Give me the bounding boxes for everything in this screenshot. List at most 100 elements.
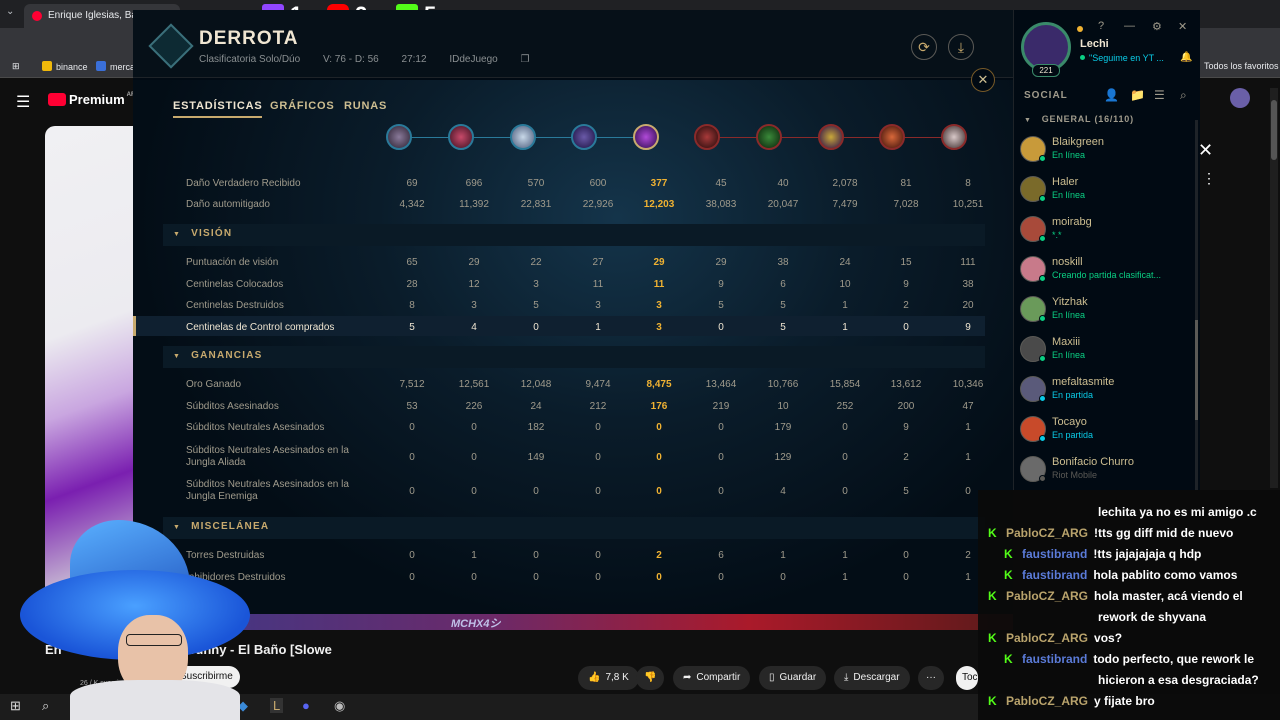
chat-username[interactable]: PabloCZ_ARG — [1006, 694, 1088, 708]
stat-value: 3 — [595, 300, 601, 311]
friend-name: Bonifacio Churro — [1052, 456, 1134, 468]
summoner-status[interactable]: "Seguime en YT ... — [1080, 53, 1164, 63]
close-icon[interactable]: ✕ — [1198, 140, 1213, 161]
windows-start-icon[interactable]: ⊞ — [10, 698, 21, 714]
kick-badge-icon: K — [988, 589, 997, 603]
stat-value: 0 — [533, 486, 539, 497]
section-header-gold[interactable]: ▼ GANANCIAS — [173, 350, 263, 361]
champion-portrait[interactable] — [879, 124, 905, 150]
friend-group-general[interactable]: ▼ GENERAL (16/110) — [1024, 114, 1134, 124]
stat-value: 9,474 — [585, 379, 611, 390]
friend-name: mefaltasmite — [1052, 376, 1115, 388]
chat-username[interactable]: PabloCZ_ARG — [1006, 631, 1088, 645]
social-scrollbar-thumb[interactable] — [1195, 320, 1198, 420]
status-dot-icon — [1039, 355, 1046, 362]
stat-value: 0 — [471, 422, 477, 433]
summoner-name[interactable]: Lechi — [1080, 38, 1109, 50]
copy-icon[interactable]: ❐ — [520, 54, 529, 65]
friend-item[interactable]: noskill Creando partida clasificat... — [1020, 256, 1198, 296]
stat-value: 24 — [530, 401, 542, 412]
champion-portrait[interactable] — [818, 124, 844, 150]
stat-value: 600 — [589, 178, 607, 189]
help-icon[interactable]: ? — [1098, 20, 1104, 32]
user-avatar[interactable] — [1230, 88, 1250, 108]
champion-portrait[interactable] — [571, 124, 597, 150]
menu-icon[interactable]: ☰ — [16, 92, 30, 112]
friend-status: En línea — [1052, 150, 1086, 160]
section-header-bg — [163, 224, 985, 246]
stat-value: 0 — [533, 322, 539, 333]
search-icon[interactable]: ⌕ — [1180, 88, 1187, 103]
status-dot-icon — [1039, 395, 1046, 402]
notifications-bell-icon[interactable]: 🔔 — [1180, 52, 1192, 63]
social-scrollbar[interactable] — [1195, 120, 1198, 490]
honor-button[interactable]: ⟳ — [911, 34, 937, 60]
kebab-menu-icon[interactable]: ⋮ — [1202, 170, 1216, 187]
add-folder-icon[interactable]: 📁 — [1130, 88, 1145, 102]
apps-icon[interactable]: ⊞ — [12, 61, 20, 72]
stat-value: 0 — [903, 322, 909, 333]
friend-item[interactable]: mefaltasmite En partida — [1020, 376, 1198, 416]
chat-username[interactable]: faustibrand — [1022, 568, 1087, 582]
champion-portrait[interactable] — [756, 124, 782, 150]
download-icon: ⤓ — [844, 672, 849, 683]
close-client-icon[interactable]: ✕ — [1178, 20, 1187, 33]
stat-value: 0 — [595, 486, 601, 497]
stat-value: 0 — [409, 422, 415, 433]
page-scrollbar-thumb[interactable] — [1271, 100, 1277, 160]
tab-graphs[interactable]: GRÁFICOS — [270, 100, 334, 112]
stat-value: 38,083 — [705, 199, 737, 210]
friend-item[interactable]: Maxiii En línea — [1020, 336, 1198, 376]
friend-item[interactable]: Yitzhak En línea — [1020, 296, 1198, 336]
tab-statistics[interactable]: ESTADÍSTICAS — [173, 100, 263, 118]
like-button[interactable]: 👍 7,8 K — [578, 666, 639, 690]
tab-runes[interactable]: RUNAS — [344, 100, 387, 112]
settings-gear-icon[interactable]: ⚙ — [1152, 20, 1162, 33]
stat-label: Centinelas Destruidos — [186, 300, 284, 311]
champion-portrait[interactable] — [510, 124, 536, 150]
champion-portrait[interactable] — [386, 124, 412, 150]
list-view-icon[interactable]: ☰ — [1154, 88, 1165, 102]
download-button[interactable]: ⤓ Descargar — [834, 666, 910, 690]
friend-item[interactable]: Blaikgreen En línea — [1020, 136, 1198, 176]
save-button[interactable]: ▯ Guardar — [759, 666, 827, 690]
game-id[interactable]: IDdeJuego — [449, 54, 497, 65]
section-header-vision[interactable]: ▼ VISIÓN — [173, 228, 232, 239]
chat-username[interactable]: faustibrand — [1022, 547, 1087, 561]
share-button[interactable]: ➦ Compartir — [673, 666, 751, 690]
champion-portrait-self[interactable] — [633, 124, 659, 150]
add-friend-icon[interactable]: 👤 — [1104, 88, 1119, 102]
chat-username[interactable]: PabloCZ_ARG — [1006, 589, 1088, 603]
friend-status: En línea — [1052, 190, 1086, 200]
bookmark-favorites[interactable]: Todos los favoritos — [1204, 61, 1279, 71]
chat-text: vos? — [1094, 631, 1123, 645]
close-postgame-button[interactable]: ✕ — [971, 68, 995, 92]
status-dot-icon — [1039, 435, 1046, 442]
stat-value: 1 — [965, 452, 971, 463]
bookmark-binance[interactable]: binance — [42, 61, 88, 72]
champion-portrait[interactable] — [941, 124, 967, 150]
bookmark-merca[interactable]: merca — [96, 61, 135, 72]
filter-chip-button[interactable]: Toc — [956, 666, 978, 690]
chat-username[interactable]: faustibrand — [1022, 652, 1087, 666]
minimize-icon[interactable]: — — [1124, 20, 1135, 32]
friend-name: noskill — [1052, 256, 1083, 268]
stat-label: Súbditos Neutrales Asesinados en la Jung… — [186, 445, 349, 468]
youtube-logo[interactable]: Premium AR — [48, 92, 135, 107]
friend-item[interactable]: Haler En línea — [1020, 176, 1198, 216]
stat-value: 1 — [842, 550, 848, 561]
champion-portrait[interactable] — [694, 124, 720, 150]
stat-value: 5 — [533, 300, 539, 311]
friend-item[interactable]: moirabg *.* — [1020, 216, 1198, 256]
friend-item[interactable]: Bonifacio Churro Riot Mobile — [1020, 456, 1198, 490]
more-actions-button[interactable]: ··· — [918, 666, 944, 690]
download-replay-button[interactable]: ⤓ — [948, 34, 974, 60]
chat-text: !tts gg diff mid de nuevo — [1094, 526, 1234, 540]
friend-item[interactable]: Tocayo En partida — [1020, 416, 1198, 456]
chat-username[interactable]: PabloCZ_ARG — [1006, 526, 1088, 540]
dislike-button[interactable]: 👎 — [636, 666, 665, 690]
stat-value: 176 — [650, 401, 668, 412]
champion-portrait[interactable] — [448, 124, 474, 150]
stat-value: 28 — [406, 279, 418, 290]
tab-list-icon[interactable]: ⌄ — [6, 6, 14, 17]
